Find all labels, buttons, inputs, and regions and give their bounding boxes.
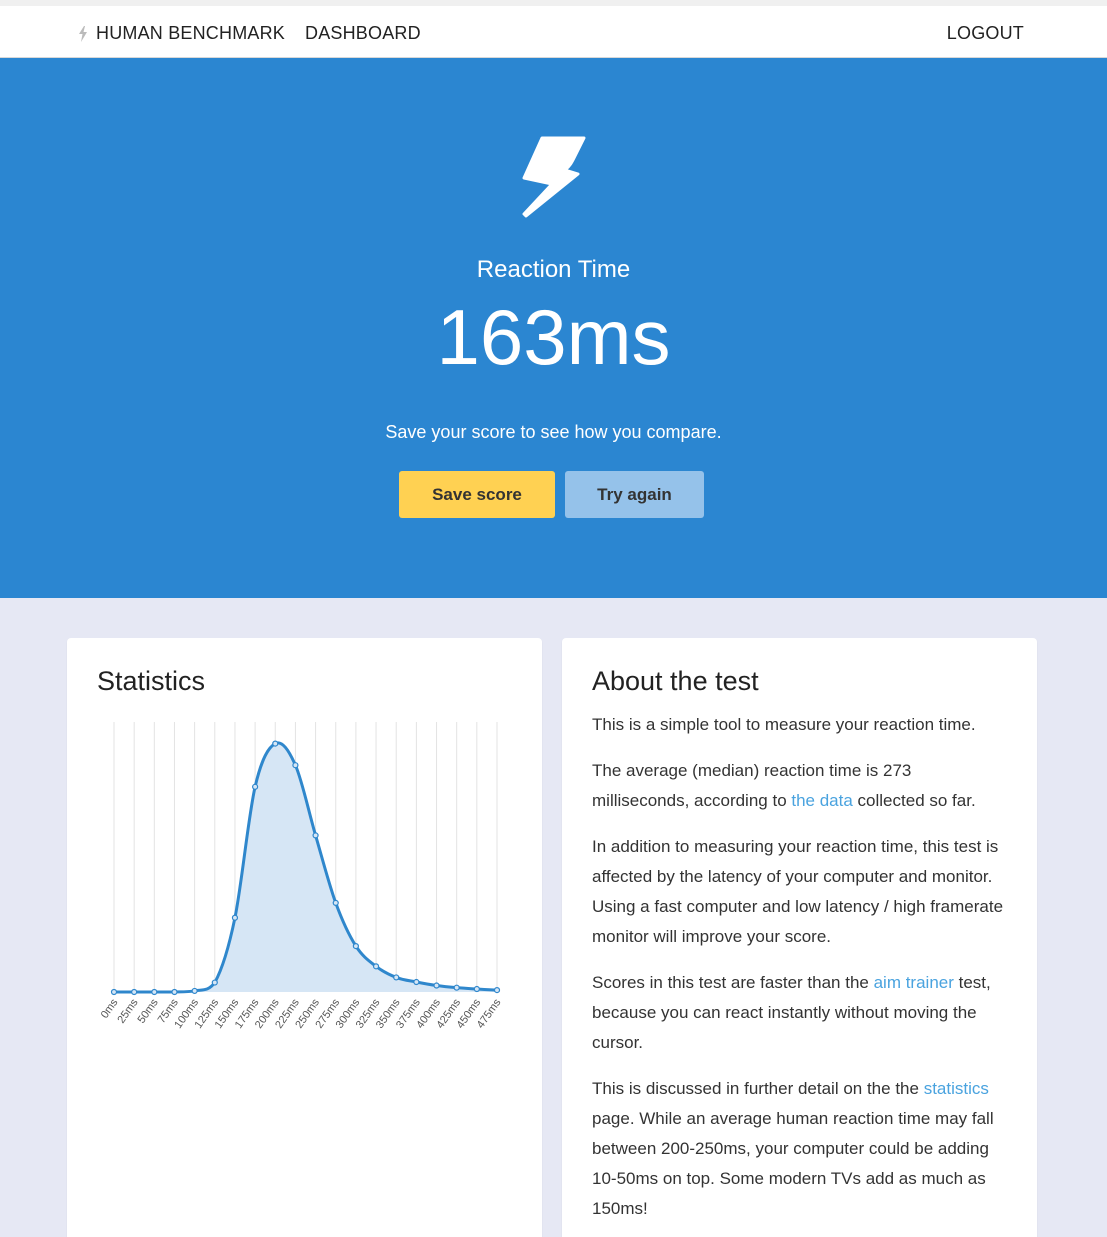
about-text: This is discussed in further detail on t… [592,1079,924,1098]
aim-trainer-link[interactable]: aim trainer [874,973,954,992]
data-point [413,978,420,986]
data-point [493,987,501,994]
data-point [151,988,158,996]
data-point [110,988,118,996]
data-point [231,914,239,921]
distribution-area [114,742,497,992]
data-point [292,762,299,769]
dashboard-link[interactable]: DASHBOARD [305,23,421,44]
brand-link[interactable]: HUMAN BENCHMARK [78,23,285,44]
about-text: page. While an average human reaction ti… [592,1109,994,1218]
brand-label: HUMAN BENCHMARK [96,23,286,43]
data-point [252,783,259,790]
data-point [473,985,480,993]
about-card: About the test This is a simple tool to … [562,638,1037,1237]
data-point [453,984,460,991]
data-point [211,979,218,986]
reaction-distribution-chart: 0ms25ms50ms75ms100ms125ms150ms175ms200ms… [99,722,504,1031]
reaction-score: 163ms [436,293,671,381]
top-navbar: HUMAN BENCHMARK DASHBOARD LOGOUT [0,0,1107,58]
save-prompt: Save your score to see how you compare. [385,422,722,442]
lightning-bolt-icon [522,136,586,218]
result-hero: Reaction Time 163ms Save your score to s… [0,58,1107,598]
data-point [131,988,138,996]
about-body: This is a simple tool to measure your re… [592,710,1012,1237]
data-link[interactable]: the data [791,791,852,810]
logout-link[interactable]: LOGOUT [947,23,1024,44]
about-text: collected so far. [852,791,976,810]
about-paragraph-3: In addition to measuring your reaction t… [592,837,1004,946]
about-paragraph-4: Scores in this test are faster than the … [592,968,1012,1058]
data-point [312,832,319,839]
data-point [171,988,178,996]
x-tick-label: 25ms [115,996,141,1025]
data-point [372,963,380,970]
data-point [272,740,279,747]
about-paragraph-5: This is discussed in further detail on t… [592,1074,1012,1224]
statistics-title: Statistics [97,666,206,696]
test-title: Reaction Time [476,256,631,283]
about-paragraph-2: The average (median) reaction time is 27… [592,756,1012,816]
try-again-button[interactable]: Try again [565,471,704,518]
save-score-button[interactable]: Save score [399,471,555,518]
about-text: Scores in this test are faster than the [592,973,874,992]
x-tick-label: 50ms [136,996,162,1025]
about-paragraph-1: This is a simple tool to measure your re… [592,715,976,734]
statistics-card: Statistics 0ms 25ms 50ms 75ms 100ms 125ms 150m… [67,638,542,1237]
statistics-link[interactable]: statistics [924,1079,989,1098]
data-point [332,899,339,906]
data-point [352,943,359,950]
data-point [191,987,198,995]
lightning-icon [79,25,87,42]
data-point [393,974,400,981]
data-point [433,982,440,989]
about-title: About the test [592,666,759,696]
